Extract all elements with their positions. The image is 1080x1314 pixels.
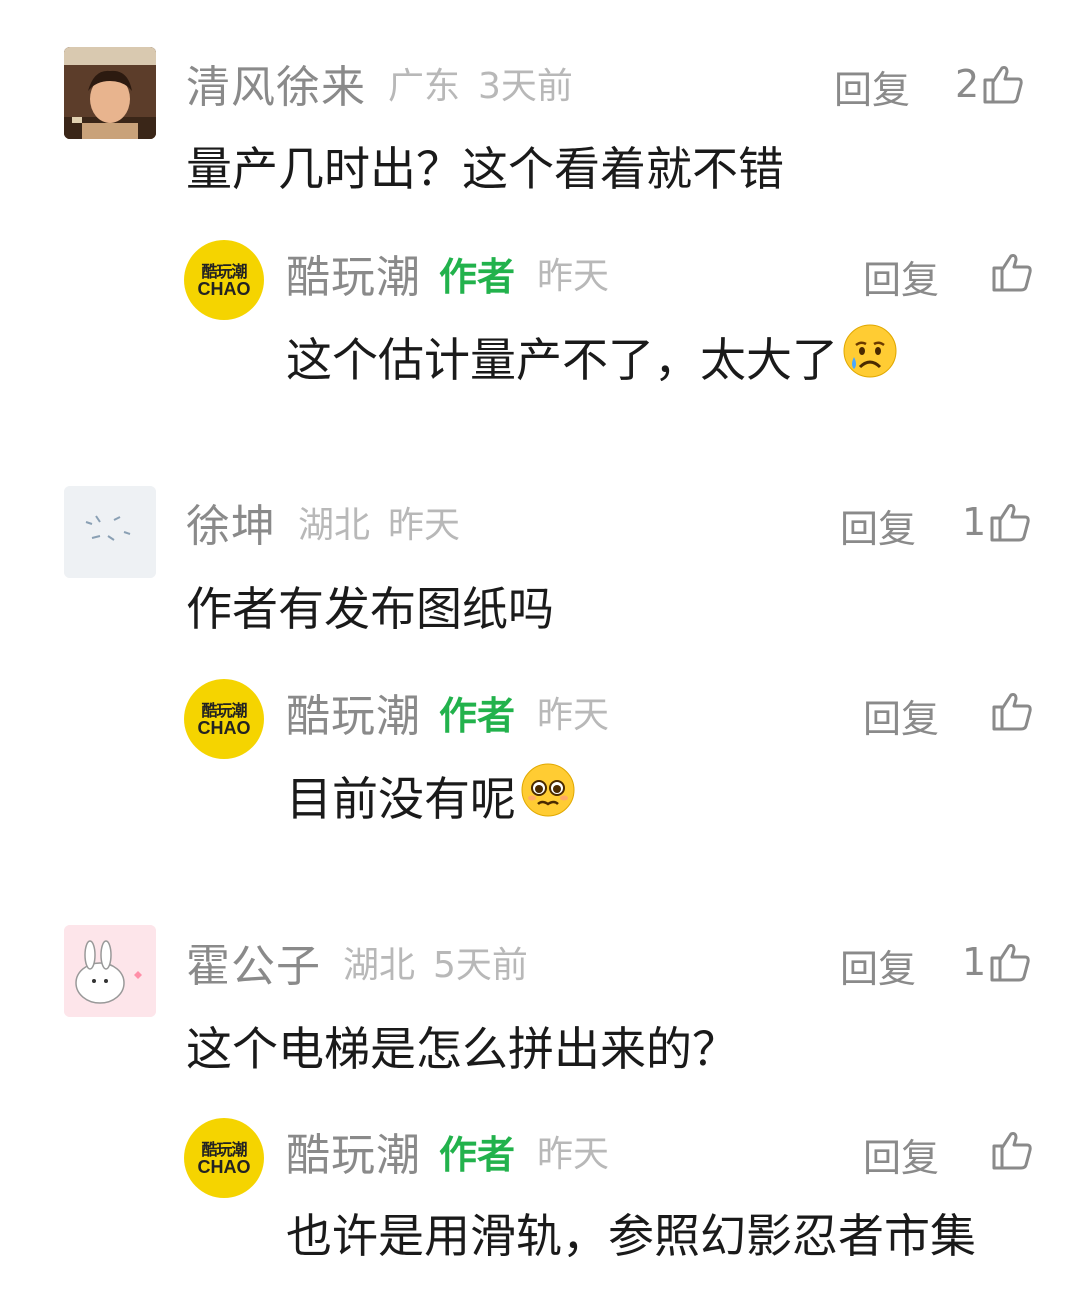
comment-header: 徐坤 湖北 昨天: [186, 492, 460, 552]
like-count: 1: [962, 500, 987, 544]
like-count: 2: [955, 62, 980, 106]
reply-header: 酷玩潮 作者 昨天: [286, 682, 609, 742]
comment-text: 作者有发布图纸吗: [186, 582, 554, 636]
author-badge: 作者: [439, 1132, 516, 1177]
thumbs-up-icon: [981, 62, 1025, 106]
crying-face-icon: [842, 323, 898, 390]
thumbs-up-icon: [990, 250, 1034, 294]
username[interactable]: 酷玩潮: [286, 1119, 421, 1183]
comment-header: 清风徐来 广东 3天前: [186, 53, 573, 113]
location-label: 广东: [388, 66, 461, 107]
reply-button[interactable]: 回复: [840, 498, 916, 553]
avatar[interactable]: 酷玩潮 CHAO: [184, 240, 264, 320]
reply-text: 也许是用滑轨，参照幻影忍者市集: [286, 1209, 976, 1263]
username[interactable]: 酷玩潮: [286, 680, 421, 744]
reply-button[interactable]: 回复: [834, 59, 910, 114]
thumbs-up-icon: [990, 689, 1034, 733]
thumbs-up-icon: [988, 940, 1032, 984]
avatar[interactable]: [64, 47, 156, 139]
like-count: 1: [962, 940, 987, 984]
timestamp: 昨天: [537, 1134, 610, 1175]
reply-button[interactable]: 回复: [863, 249, 939, 304]
avatar[interactable]: 酷玩潮 CHAO: [184, 1118, 264, 1198]
username[interactable]: 清风徐来: [186, 51, 366, 115]
location-label: 湖北: [298, 505, 371, 546]
username[interactable]: 酷玩潮: [286, 241, 421, 305]
timestamp: 5天前: [433, 945, 528, 986]
like-button[interactable]: [990, 244, 1034, 294]
like-button[interactable]: [990, 1122, 1034, 1172]
reply-button[interactable]: 回复: [863, 1127, 939, 1182]
thumbs-up-icon: [988, 500, 1032, 544]
avatar[interactable]: 酷玩潮 CHAO: [184, 679, 264, 759]
timestamp: 3天前: [478, 66, 573, 107]
reply-text: 这个估计量产不了，太大了: [286, 323, 898, 390]
comment-text: 这个电梯是怎么拼出来的？: [186, 1022, 738, 1076]
avatar[interactable]: [64, 925, 156, 1017]
reply-button[interactable]: 回复: [840, 938, 916, 993]
location-label: 湖北: [343, 945, 416, 986]
thumbs-up-icon: [990, 1128, 1034, 1172]
like-button[interactable]: [990, 683, 1034, 733]
username[interactable]: 霍公子: [186, 930, 321, 994]
reply-button[interactable]: 回复: [863, 688, 939, 743]
author-badge: 作者: [439, 693, 516, 738]
comment-text: 量产几时出？这个看着就不错: [186, 142, 784, 196]
like-button[interactable]: 1: [962, 934, 1032, 984]
like-button[interactable]: 2: [955, 56, 1025, 106]
avatar[interactable]: [64, 486, 156, 578]
timestamp: 昨天: [388, 505, 461, 546]
timestamp: 昨天: [537, 256, 610, 297]
comment-list: 清风徐来 广东 3天前 回复 2 量产几时出？这个看着就不错 酷玩潮 CHAO …: [0, 0, 1080, 1314]
timestamp: 昨天: [537, 695, 610, 736]
like-button[interactable]: 1: [962, 494, 1032, 544]
pleading-face-icon: [520, 762, 576, 829]
comment-header: 霍公子 湖北 5天前: [186, 932, 528, 992]
username[interactable]: 徐坤: [186, 490, 276, 554]
reply-header: 酷玩潮 作者 昨天: [286, 243, 609, 303]
author-badge: 作者: [439, 254, 516, 299]
reply-text: 目前没有呢: [286, 762, 576, 829]
reply-header: 酷玩潮 作者 昨天: [286, 1121, 609, 1181]
